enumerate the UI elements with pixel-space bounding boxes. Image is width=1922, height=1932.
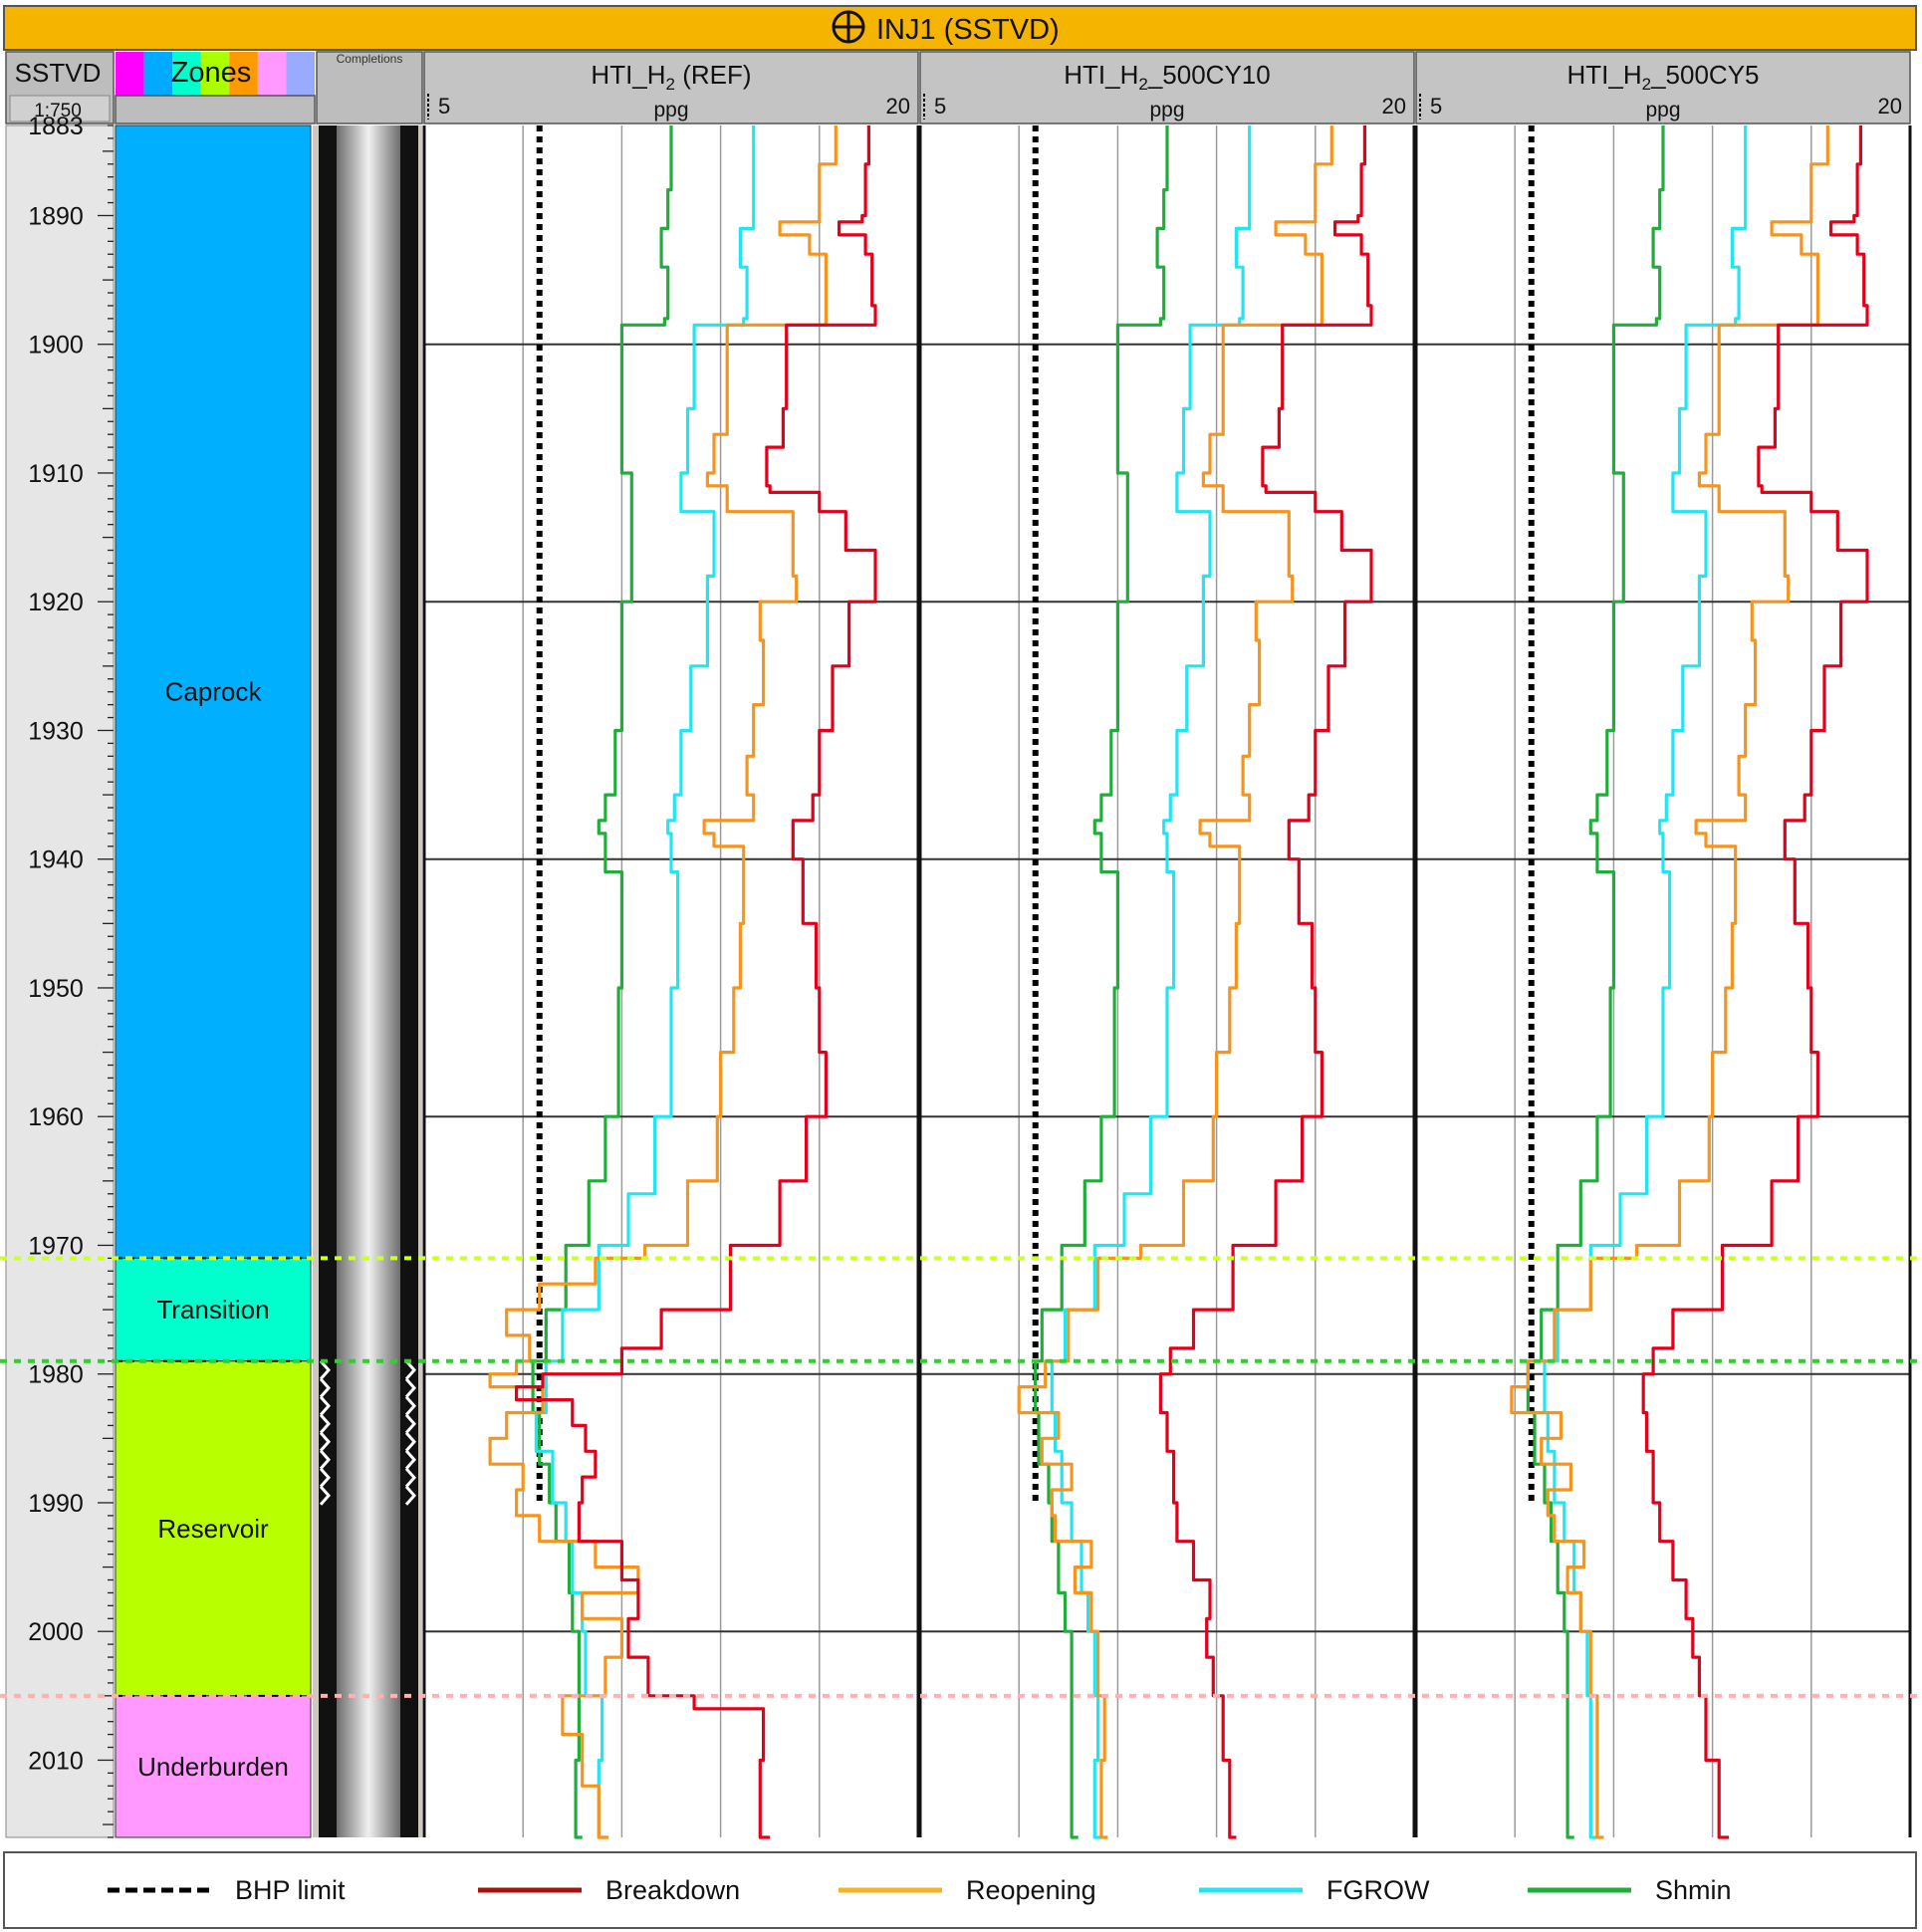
depth-track-label: SSTVD [15, 58, 102, 88]
zones-track: Caprock Transition Reservoir Underburden [115, 124, 312, 1838]
panel-background [424, 125, 918, 1837]
depth-tick-label: 1930 [28, 717, 84, 745]
casing-right [400, 125, 418, 1837]
depth-tick-label: 1883 [28, 113, 84, 140]
well-log-chart: INJ1 (SSTVD) SSTVD 1:750 Zones Completio… [0, 5, 1922, 1929]
depth-tick-label: 1970 [28, 1232, 84, 1260]
panel-title: HTI_H2_500CY5 [1566, 60, 1759, 94]
zone-label: Underburden [137, 1752, 289, 1782]
depth-tick-label: 1890 [28, 202, 84, 230]
fgrow-legend-label: FGROW [1326, 1875, 1430, 1905]
track-headers: SSTVD 1:750 Zones Completions HTI_H2 (RE… [5, 51, 1911, 124]
shmin-legend-label: Shmin [1655, 1875, 1732, 1905]
crosshair-icon[interactable] [832, 10, 865, 44]
panel-background [1416, 125, 1910, 1837]
depth-tick-label: 1950 [28, 975, 84, 1003]
depth-tick-label: 1910 [28, 460, 84, 488]
panel-xmin-label: 5 [934, 94, 946, 119]
breakdown-legend-label: Breakdown [605, 1875, 740, 1905]
title-bar[interactable]: INJ1 (SSTVD) [3, 5, 1917, 51]
depth-tick-label: 1990 [28, 1490, 84, 1518]
panel-unit: ppg [1149, 99, 1184, 121]
zone-label: Transition [156, 1295, 269, 1325]
depth-tick-label: 2010 [28, 1747, 84, 1775]
log-panel [1414, 125, 1912, 1839]
depth-track: 1883 1890 1900 1910 1920 1930 1940 1950 1960 1970… [5, 113, 115, 1838]
zone-swatch [143, 52, 173, 96]
panel-xmax-label: 20 [1382, 94, 1406, 119]
reopening-legend-label: Reopening [966, 1875, 1096, 1905]
depth-tick-label: 1920 [28, 589, 84, 616]
log-panel [918, 125, 1416, 1839]
depth-tick-label: 2000 [28, 1618, 84, 1646]
depth-tick-label: 1980 [28, 1361, 84, 1389]
panel-unit: ppg [653, 99, 688, 121]
bhp-legend-label: BHP limit [235, 1875, 346, 1905]
casing-left [319, 125, 337, 1837]
panel-unit: ppg [1645, 99, 1680, 121]
log-panels [422, 125, 1912, 1839]
panel-xmax-label: 20 [886, 94, 910, 119]
zones-track-label: Zones [171, 57, 252, 89]
tubing [337, 125, 400, 1837]
zone-swatch [286, 52, 315, 96]
panel-title: HTI_H2_500CY10 [1064, 60, 1270, 94]
log-panel [422, 125, 920, 1839]
window-title: INJ1 (SSTVD) [876, 14, 1060, 46]
legend: BHP limit Breakdown Reopening FGROW Shmin [3, 1851, 1917, 1929]
panel-xmin-label: 5 [438, 94, 450, 119]
zone-swatch [116, 52, 144, 96]
completions-track [313, 125, 422, 1837]
zone-swatch [257, 52, 287, 96]
depth-tick-label: 1900 [28, 332, 84, 360]
completions-track-label: Completions [337, 52, 403, 66]
zone-label: Reservoir [157, 1514, 269, 1544]
depth-tick-label: 1940 [28, 846, 84, 874]
panel-xmax-label: 20 [1878, 94, 1902, 119]
zone-label: Caprock [165, 677, 263, 707]
panel-xmin-label: 5 [1430, 94, 1442, 119]
depth-tick-label: 1960 [28, 1103, 84, 1131]
panel-background [920, 125, 1414, 1837]
